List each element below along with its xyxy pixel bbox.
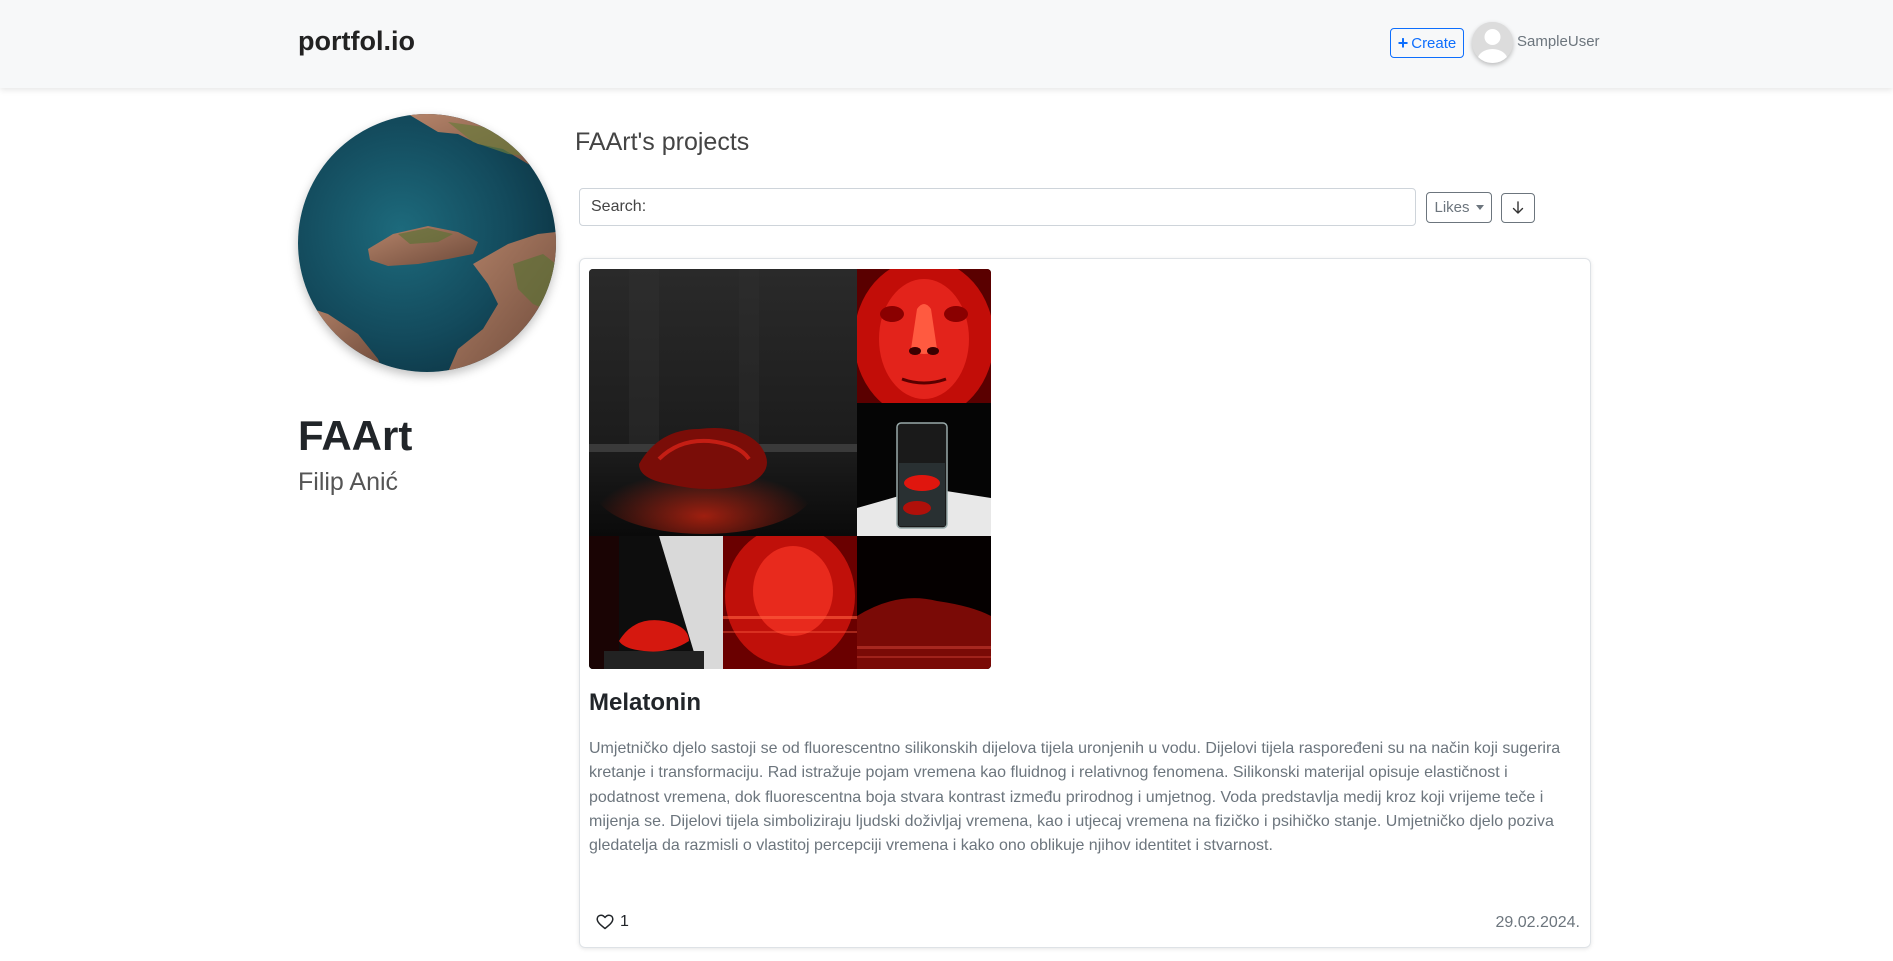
- collage-image-horizon: [857, 536, 991, 669]
- collage-image-glass: [857, 403, 991, 536]
- search-field[interactable]: Search:: [579, 188, 1416, 226]
- user-avatar[interactable]: [1472, 22, 1513, 63]
- project-date: 29.02.2024.: [1495, 914, 1580, 931]
- user-silhouette-icon: [1472, 22, 1513, 63]
- projects-heading: FAArt's projects: [575, 128, 750, 156]
- project-title[interactable]: Melatonin: [589, 689, 701, 717]
- search-label: Search:: [591, 198, 647, 215]
- collage-image-large: [589, 269, 857, 536]
- sort-dropdown[interactable]: Likes: [1426, 192, 1492, 223]
- create-button-label: Create: [1411, 34, 1457, 52]
- search-input[interactable]: [652, 192, 1415, 222]
- aerial-coast-image: [298, 114, 556, 372]
- heart-icon: [596, 914, 614, 930]
- profile-full-name: Filip Anić: [298, 468, 399, 496]
- collage-image-glow: [723, 536, 857, 669]
- project-description: Umjetničko djelo sastoji se od fluoresce…: [589, 740, 1561, 855]
- like-button[interactable]: 1: [596, 913, 629, 931]
- brand-logo[interactable]: portfol.io: [298, 26, 415, 57]
- arrow-down-icon: [1512, 201, 1524, 214]
- like-count: 1: [620, 913, 629, 930]
- profile-picture: [298, 114, 556, 372]
- project-image-collage[interactable]: [589, 269, 991, 669]
- sort-dropdown-label: Likes: [1434, 199, 1470, 216]
- collage-image-pedestal: [589, 536, 723, 669]
- project-card[interactable]: Melatonin Umjetničko djelo sastoji se od…: [579, 258, 1591, 948]
- plus-icon: +: [1397, 33, 1409, 53]
- profile-handle: FAArt: [298, 412, 413, 459]
- sort-order-button[interactable]: [1501, 193, 1535, 223]
- username-label[interactable]: SampleUser: [1517, 33, 1600, 50]
- create-button[interactable]: + Create: [1390, 28, 1464, 58]
- top-navbar: portfol.io + Create SampleUser: [0, 0, 1893, 88]
- caret-down-icon: [1475, 205, 1484, 210]
- collage-image-face: [857, 269, 991, 403]
